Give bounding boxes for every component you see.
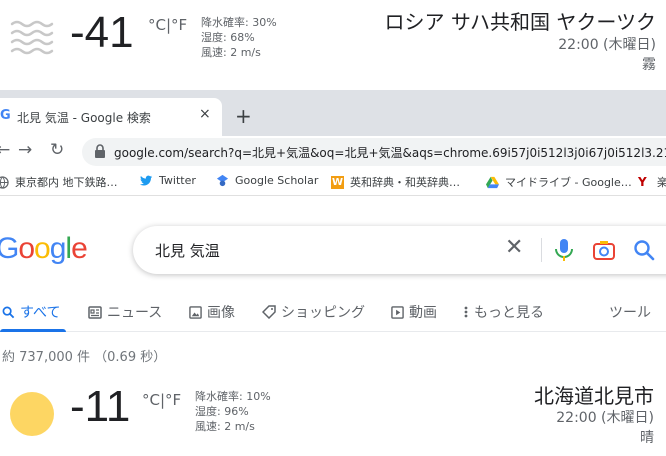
lock-icon: [95, 144, 105, 158]
wind-text: 風速: 2 m/s: [195, 420, 255, 433]
address-bar-row: ← → ↻ google.com/search?q=北見+気温&oq=北見+気温…: [0, 136, 666, 166]
tab-all[interactable]: すべて: [2, 302, 60, 322]
reload-button[interactable]: ↻: [50, 140, 64, 160]
weblio-icon: W: [331, 175, 344, 189]
sun-icon: [10, 392, 54, 436]
weather-condition: 晴: [640, 430, 654, 446]
bookmark-item[interactable]: 東京都内 地下鉄路…: [0, 174, 118, 190]
precip-text: 降水確率: 10%: [195, 390, 271, 403]
weather-time: 22:00 (木曜日): [556, 410, 654, 426]
clear-icon[interactable]: ✕: [505, 235, 523, 260]
image-icon: [189, 305, 202, 319]
microphone-icon[interactable]: [554, 238, 574, 262]
tab-label: 画像: [207, 305, 235, 321]
weather-details: 降水確率: 30% 湿度: 68% 風速: 2 m/s: [201, 15, 277, 60]
temperature: -11: [70, 382, 131, 431]
bookmark-label: Twitter: [159, 174, 196, 187]
tab-close-icon[interactable]: ×: [199, 106, 211, 122]
bookmark-label: マイドライブ - Google…: [505, 176, 632, 189]
search-icon[interactable]: [633, 239, 655, 261]
search-box[interactable]: 北見 気温 ✕: [133, 226, 666, 274]
unit-toggle[interactable]: °C|°F: [148, 16, 187, 34]
humidity-text: 湿度: 96%: [195, 405, 249, 418]
unit-toggle[interactable]: °C|°F: [142, 391, 181, 409]
browser-tab-bar: G 北見 気温 - Google 検索 × +: [0, 90, 666, 136]
url-text: google.com/search?q=北見+気温&oq=北見+気温&aqs=c…: [114, 146, 666, 160]
tab-news[interactable]: ニュース: [88, 302, 162, 322]
bookmark-label: 楽: [657, 176, 666, 189]
search-divider: [541, 238, 542, 262]
fog-icon: [10, 20, 54, 55]
play-icon: [391, 305, 404, 319]
more-icon: [464, 306, 468, 318]
camera-icon[interactable]: [593, 239, 615, 261]
location-title: 北海道北見市: [534, 384, 654, 408]
logo-letter: o: [34, 232, 51, 265]
humidity-text: 湿度: 68%: [201, 31, 255, 44]
scholar-icon: [216, 174, 229, 187]
browser-tab[interactable]: G 北見 気温 - Google 検索 ×: [0, 98, 222, 136]
tab-videos[interactable]: 動画: [391, 302, 437, 322]
active-tab-underline: [0, 329, 66, 332]
bookmark-item[interactable]: W 英和辞典・和英辞典…: [331, 174, 460, 190]
weather-condition: 霧: [642, 57, 656, 73]
temperature: -41: [70, 8, 134, 57]
google-favicon-icon: G: [0, 108, 11, 123]
logo-letter: e: [71, 232, 88, 265]
logo-letter: G: [0, 232, 19, 265]
weather-details: 降水確率: 10% 湿度: 96% 風速: 2 m/s: [195, 389, 271, 434]
tab-label: ツール: [609, 305, 651, 321]
wind-text: 風速: 2 m/s: [201, 46, 261, 59]
logo-letter: g: [49, 232, 67, 265]
tab-label: 動画: [409, 305, 437, 321]
search-input[interactable]: 北見 気温: [155, 240, 220, 261]
drive-icon: [486, 176, 499, 188]
search-tabs: すべて ニュース 画像 ショッピング 動画 もっと見る ツール: [0, 296, 666, 332]
rakuten-icon: Y: [638, 174, 647, 189]
bookmark-label: Google Scholar: [235, 174, 319, 187]
logo-letter: o: [18, 232, 35, 265]
bookmark-item[interactable]: Y 楽: [638, 174, 666, 190]
weather-time: 22:00 (木曜日): [558, 37, 656, 53]
bookmark-item[interactable]: Twitter: [140, 174, 196, 187]
bookmark-label: 東京都内 地下鉄路…: [15, 176, 118, 189]
tab-label: もっと見る: [474, 305, 544, 321]
tab-label: すべて: [20, 305, 61, 321]
tab-tools[interactable]: ツール: [609, 302, 651, 322]
tab-label: ニュース: [107, 305, 163, 321]
bookmarks-bar: 東京都内 地下鉄路… Twitter Google Scholar W 英和辞典…: [0, 168, 666, 196]
search-icon: [2, 306, 15, 318]
tab-shopping[interactable]: ショッピング: [262, 302, 365, 322]
bookmark-item[interactable]: マイドライブ - Google…: [486, 174, 632, 190]
new-tab-button[interactable]: +: [235, 104, 252, 128]
back-button[interactable]: ←: [0, 140, 10, 160]
weather-widget-top: -41 °C|°F 降水確率: 30% 湿度: 68% 風速: 2 m/s ロシ…: [0, 0, 666, 86]
tab-title: 北見 気温 - Google 検索: [17, 111, 151, 125]
forward-button[interactable]: →: [18, 140, 32, 160]
tab-images[interactable]: 画像: [189, 302, 235, 322]
result-stats: 約 737,000 件 （0.69 秒）: [2, 350, 167, 365]
url-input[interactable]: google.com/search?q=北見+気温&oq=北見+気温&aqs=c…: [82, 138, 666, 166]
location-title: ロシア サハ共和国 ヤクーツク: [384, 10, 656, 34]
bookmark-label: 英和辞典・和英辞典…: [350, 176, 460, 189]
news-icon: [88, 305, 102, 319]
precip-text: 降水確率: 30%: [201, 16, 277, 29]
tab-label: ショッピング: [281, 305, 365, 321]
globe-icon: [0, 175, 9, 189]
google-logo[interactable]: Google: [0, 232, 88, 266]
twitter-icon: [140, 175, 153, 186]
tab-more[interactable]: もっと見る: [463, 302, 544, 322]
tag-icon: [262, 305, 276, 319]
bookmark-item[interactable]: Google Scholar: [216, 174, 318, 187]
